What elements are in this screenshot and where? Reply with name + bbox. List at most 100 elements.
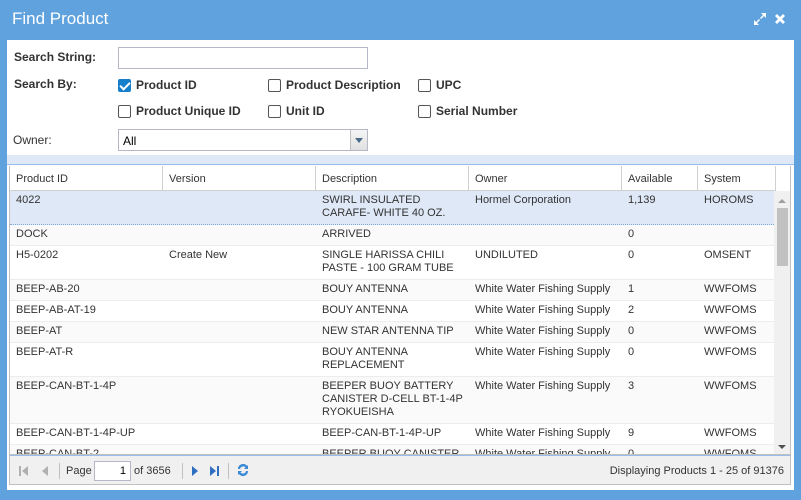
paging-status: Displaying Products 1 - 25 of 91376	[609, 465, 784, 477]
product-grid: Product ID Version Description Owner Ava…	[9, 166, 791, 455]
cell-owner	[469, 225, 622, 245]
table-row[interactable]: H5-0202 Create New SINGLE HARISSA CHILI PA…	[10, 246, 776, 280]
checkbox-unchecked-icon[interactable]	[418, 78, 431, 92]
column-header-product-id[interactable]: Product ID	[10, 166, 163, 191]
cell-product-id: BEEP-AB-AT-19	[16, 304, 96, 316]
owner-label: Owner:	[13, 133, 52, 147]
cell-version	[163, 445, 316, 454]
cell-owner: White Water Fishing Supply	[475, 304, 611, 316]
owner-select[interactable]: All	[118, 129, 368, 151]
chevron-down-icon[interactable]	[350, 130, 367, 150]
cell-description: SINGLE HARISSA CHILI PASTE - 100 GRAM TU…	[322, 249, 454, 274]
cell-product-id: 4022	[16, 194, 41, 206]
column-header-system[interactable]: System	[698, 166, 776, 191]
cell-system: OMSENT	[704, 249, 752, 261]
cell-available: 9	[628, 427, 635, 439]
cell-available: 1,139	[628, 194, 656, 206]
cell-owner: UNDILUTED	[475, 249, 538, 261]
cell-version	[163, 301, 316, 321]
scrollbar-thumb[interactable]	[777, 208, 788, 266]
cell-available: 0	[628, 448, 635, 455]
checkbox-serial-number[interactable]: Serial Number	[418, 104, 517, 118]
checkbox-upc[interactable]: UPC	[418, 78, 461, 92]
last-page-icon[interactable]	[207, 464, 221, 478]
cell-description: NEW STAR ANTENNA TIP	[322, 325, 454, 337]
cell-version: Create New	[169, 249, 228, 261]
cell-description: BOUY ANTENNA	[322, 283, 408, 295]
checkbox-label: Product Description	[286, 78, 401, 92]
checkbox-product-unique-id[interactable]: Product Unique ID	[118, 104, 241, 118]
window-titlebar[interactable]: Find Product	[0, 0, 801, 40]
cell-product-id: BEEP-AB-20	[16, 283, 80, 295]
close-icon[interactable]	[772, 11, 788, 27]
cell-version	[163, 322, 316, 342]
cell-owner: White Water Fishing Supply	[475, 283, 611, 295]
cell-owner: White Water Fishing Supply	[475, 448, 611, 455]
first-page-icon[interactable]	[17, 464, 31, 478]
cell-description: ARRIVED	[322, 228, 371, 240]
cell-system: WWFOMS	[704, 283, 757, 295]
table-row[interactable]: DOCK ARRIVED 0	[10, 225, 776, 246]
search-string-label: Search String:	[14, 50, 97, 64]
search-form: Search String: Search By: Product ID Pro…	[7, 40, 794, 155]
table-row[interactable]: 4022 SWIRL INSULATED CARAFE- WHITE 40 OZ.…	[10, 191, 776, 225]
toolbar-separator	[59, 463, 60, 479]
cell-description: SWIRL INSULATED CARAFE- WHITE 40 OZ.	[322, 194, 446, 219]
cell-product-id: BEEP-CAN-BT-1-4P-UP	[16, 427, 136, 439]
cell-owner: White Water Fishing Supply	[475, 427, 611, 439]
page-number-input[interactable]	[94, 461, 131, 481]
cell-system: WWFOMS	[704, 304, 757, 316]
scroll-up-arrow-icon[interactable]	[778, 199, 786, 203]
checkbox-product-description[interactable]: Product Description	[268, 78, 401, 92]
cell-system: WWFOMS	[704, 346, 757, 358]
maximize-icon[interactable]	[752, 11, 768, 27]
checkbox-product-id[interactable]: Product ID	[118, 78, 197, 92]
cell-description: BOUY ANTENNA	[322, 304, 408, 316]
cell-available: 0	[628, 228, 635, 240]
cell-available: 1	[628, 283, 635, 295]
checkbox-label: UPC	[436, 78, 462, 92]
cell-product-id: BEEP-AT	[16, 325, 63, 337]
cell-description: BOUY ANTENNA REPLACEMENT	[322, 346, 408, 371]
cell-description: BEEP-CAN-BT-1-4P-UP	[322, 427, 442, 439]
cell-product-id: BEEP-CAN-BT-2	[16, 448, 100, 455]
refresh-icon[interactable]	[235, 462, 251, 478]
checkbox-unchecked-icon[interactable]	[268, 104, 281, 118]
checkbox-unchecked-icon[interactable]	[268, 78, 281, 92]
table-row[interactable]: BEEP-AB-20 BOUY ANTENNA White Water Fishin…	[10, 280, 776, 301]
table-row[interactable]: BEEP-CAN-BT-2 BEEPER BUOY CANISTER White W…	[10, 445, 776, 455]
column-header-version[interactable]: Version	[163, 166, 316, 191]
cell-description: BEEPER BUOY CANISTER	[322, 448, 460, 455]
column-header-owner[interactable]: Owner	[469, 166, 622, 191]
page-count-label: of 3656	[134, 465, 171, 477]
search-string-input[interactable]	[118, 47, 368, 69]
table-row[interactable]: BEEP-AT NEW STAR ANTENNA TIP White Water F…	[10, 322, 776, 343]
next-page-icon[interactable]	[188, 464, 202, 478]
checkbox-unit-id[interactable]: Unit ID	[268, 104, 325, 118]
cell-product-id: H5-0202	[16, 249, 59, 261]
cell-available: 0	[628, 325, 635, 337]
cell-owner: White Water Fishing Supply	[475, 346, 611, 358]
column-header-available[interactable]: Available	[622, 166, 698, 191]
grid-header: Product ID Version Description Owner Ava…	[10, 166, 776, 191]
column-header-description[interactable]: Description	[316, 166, 469, 191]
checkbox-unchecked-icon[interactable]	[118, 104, 131, 118]
scroll-down-arrow-icon[interactable]	[778, 445, 786, 449]
find-product-window: Find Product Search String: Search By: P…	[0, 0, 801, 500]
table-row[interactable]: BEEP-CAN-BT-1-4P-UP BEEP-CAN-BT-1-4P-UP Wh…	[10, 424, 776, 445]
table-row[interactable]: BEEP-AB-AT-19 BOUY ANTENNA White Water Fis…	[10, 301, 776, 322]
checkbox-label: Serial Number	[436, 104, 518, 118]
vertical-scrollbar[interactable]	[774, 191, 790, 454]
table-row[interactable]: BEEP-AT-R BOUY ANTENNA REPLACEMENT White W…	[10, 343, 776, 377]
cell-version	[163, 377, 316, 423]
checkbox-label: Product Unique ID	[136, 104, 241, 118]
previous-page-icon[interactable]	[38, 464, 52, 478]
cell-available: 0	[628, 249, 635, 261]
cell-owner: White Water Fishing Supply	[475, 380, 611, 392]
table-row[interactable]: BEEP-CAN-BT-1-4P BEEPER BUOY BATTERY CANI…	[10, 377, 776, 424]
cell-available: 3	[628, 380, 635, 392]
separator-band	[7, 155, 794, 165]
checkbox-checked-icon[interactable]	[118, 78, 131, 92]
cell-product-id: BEEP-CAN-BT-1-4P	[16, 380, 117, 392]
checkbox-unchecked-icon[interactable]	[418, 104, 431, 118]
